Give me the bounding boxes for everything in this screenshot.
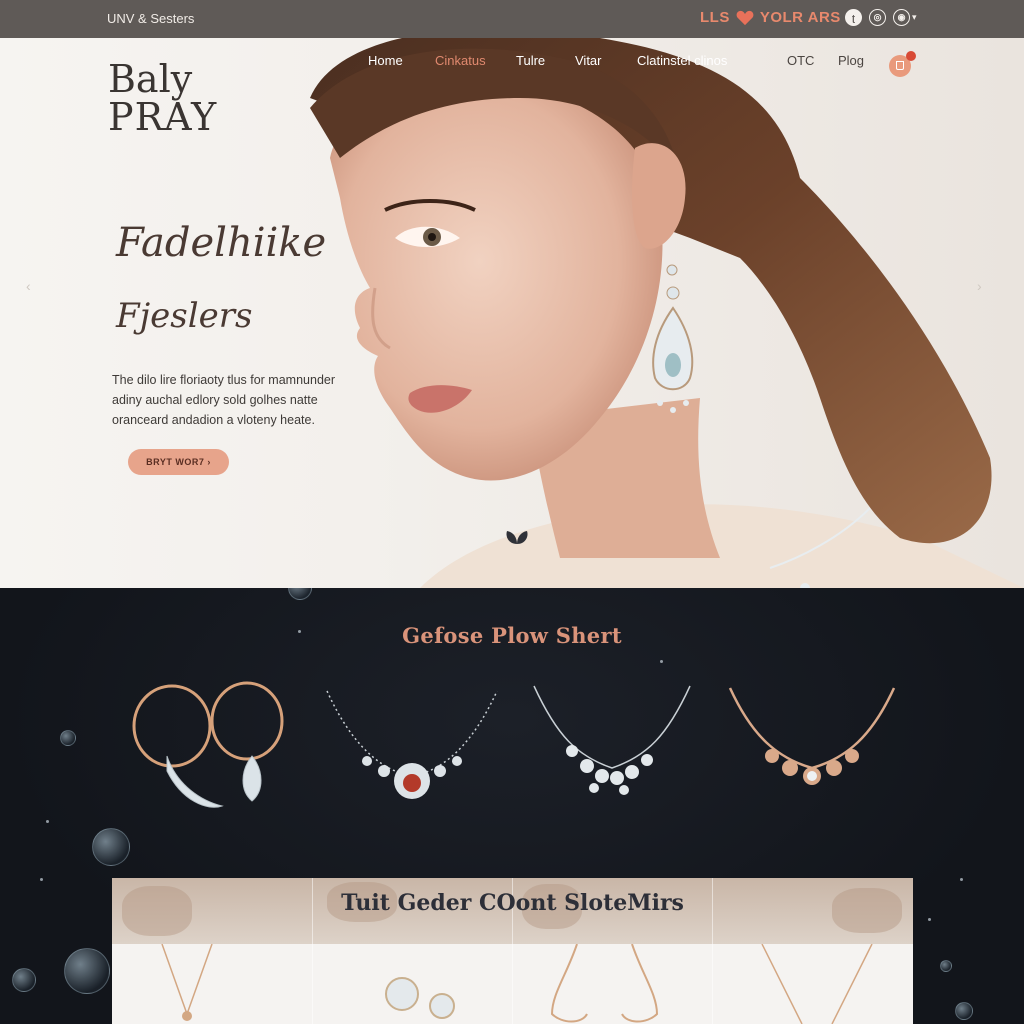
instagram-icon[interactable]: ʈ: [845, 9, 862, 26]
cart-button[interactable]: [889, 51, 916, 77]
shopping-bag-icon: [896, 61, 904, 70]
top-bar-text: UNV & Sesters: [107, 11, 195, 26]
hero-model-image: [310, 38, 1024, 588]
product-crystal-necklace[interactable]: [512, 676, 712, 851]
nav-home[interactable]: Home: [368, 53, 403, 68]
hero-section: Baly PRAY Home Cinkatus Tulre Vitar Clat…: [0, 38, 1024, 588]
nav-vitar[interactable]: Vitar: [575, 53, 602, 68]
carousel-next-icon[interactable]: ›: [977, 278, 982, 294]
gallery-title: Tuit Geder COont SloteMirs: [341, 890, 684, 916]
gallery-section: Tuit Geder COont SloteMirs: [112, 878, 913, 1024]
featured-section: Gefose Plow Shert Tuit Geder COont Slote…: [0, 588, 1024, 1024]
facebook-icon[interactable]: ◉: [893, 9, 910, 26]
bubble-decoration: [955, 1002, 973, 1020]
hero-description: The dilo lire floriaoty tlus for mamnund…: [112, 373, 336, 427]
nav-tulre[interactable]: Tulre: [516, 53, 545, 68]
featured-title: Gefose Plow Shert: [402, 623, 622, 648]
bubble-decoration: [940, 960, 952, 972]
shop-now-button[interactable]: BRYT WOR7 ›: [128, 449, 229, 475]
carousel-prev-icon[interactable]: ‹: [26, 278, 31, 294]
nav-collections[interactable]: Cinkatus: [435, 53, 486, 68]
leaf-icon: [506, 531, 528, 544]
nav-blog[interactable]: Plog: [838, 53, 864, 68]
social-links: ʈ ◎ ◉ ▾: [845, 9, 917, 26]
promo-banner[interactable]: LLS YOLR ARS: [700, 9, 841, 26]
pinterest-icon[interactable]: ◎: [869, 9, 886, 26]
sparkle: [960, 878, 963, 881]
hero-headline: Fadelhiike Fjeslers: [116, 221, 326, 335]
nav-otc[interactable]: OTC: [787, 53, 814, 68]
sparkle: [928, 918, 931, 921]
product-hoop-earrings[interactable]: [112, 676, 312, 851]
product-rose-gold-necklace[interactable]: [712, 676, 912, 851]
promo-text-right: YOLR ARS: [759, 9, 841, 26]
bubble-decoration: [64, 948, 110, 994]
sparkle: [660, 660, 663, 663]
chevron-down-icon[interactable]: ▾: [912, 12, 917, 23]
bubble-decoration: [12, 968, 36, 992]
sparkle: [46, 820, 49, 823]
bubble-decoration: [60, 730, 76, 746]
sparkle: [40, 878, 43, 881]
heart-icon: [736, 10, 754, 25]
nav-collections-menu[interactable]: Clatinstel clinos: [637, 53, 727, 68]
product-ruby-necklace[interactable]: [312, 676, 512, 851]
logo-line-2: PRAY: [108, 95, 218, 139]
top-bar: UNV & Sesters LLS YOLR ARS ʈ ◎ ◉ ▾: [0, 0, 1024, 38]
promo-text-left: LLS: [700, 9, 730, 26]
bubble-decoration: [288, 588, 312, 600]
brand-logo[interactable]: Baly PRAY: [108, 60, 217, 136]
headline-line-2: Fjeslers: [116, 296, 253, 336]
logo-line-1: Baly: [108, 57, 193, 101]
headline-line-1: Fadelhiike: [116, 220, 327, 266]
cart-badge: [906, 51, 916, 61]
